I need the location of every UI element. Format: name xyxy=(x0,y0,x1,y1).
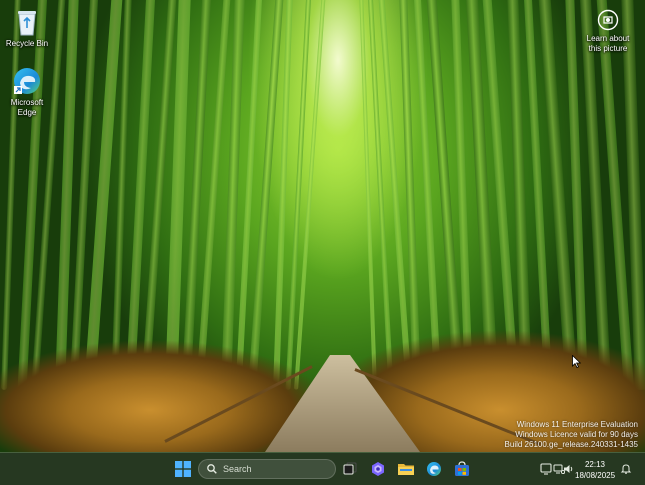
start-icon xyxy=(175,461,191,477)
recycle-bin-icon xyxy=(18,11,36,36)
edge-label-line1: Microsoft xyxy=(10,98,44,107)
edge-taskbar-button[interactable] xyxy=(424,459,444,479)
search-icon xyxy=(207,464,217,474)
windows-evaluation-watermark: Windows 11 Enterprise Evaluation Windows… xyxy=(505,420,638,450)
store-button[interactable] xyxy=(452,459,472,479)
task-view-icon xyxy=(343,462,357,475)
recycle-bin-label: Recycle Bin xyxy=(5,39,49,48)
bamboo-stalk xyxy=(1,0,21,390)
desktop-icon-recycle-bin[interactable]: Recycle Bin xyxy=(1,7,53,49)
desktop-wallpaper xyxy=(0,0,645,452)
store-icon xyxy=(455,461,469,476)
watermark-line3: Build 26100.ge_release.240331-1435 xyxy=(504,440,638,449)
watermark-line2: Windows Licence valid for 90 days xyxy=(515,430,638,439)
learn-camera-icon xyxy=(597,9,619,31)
task-view-button[interactable] xyxy=(340,459,360,479)
copilot-button[interactable] xyxy=(368,459,388,479)
volume-icon[interactable] xyxy=(563,463,575,475)
bamboo-stalk xyxy=(17,0,48,390)
file-explorer-button[interactable] xyxy=(396,459,416,479)
copilot-icon xyxy=(372,462,384,476)
edge-icon xyxy=(14,68,40,94)
learn-about-this-picture[interactable]: Learn about this picture xyxy=(579,9,637,54)
learn-line2: this picture xyxy=(588,44,628,53)
notification-bell-icon[interactable] xyxy=(620,463,632,475)
search-label: Search xyxy=(223,464,252,474)
file-explorer-icon xyxy=(398,464,414,475)
taskbar: Search 22:13 18/08/2025 xyxy=(0,452,645,485)
system-clock[interactable]: 22:13 18/08/2025 xyxy=(575,459,615,481)
desktop-icon-edge[interactable]: Microsoft Edge xyxy=(1,66,53,118)
widgets-icon[interactable] xyxy=(540,463,552,475)
taskbar-search-box[interactable]: Search xyxy=(198,459,336,479)
clock-date: 18/08/2025 xyxy=(575,471,616,480)
watermark-line1: Windows 11 Enterprise Evaluation xyxy=(516,420,638,429)
edge-icon xyxy=(427,462,441,476)
learn-line1: Learn about xyxy=(586,34,630,43)
clock-time: 22:13 xyxy=(584,460,606,469)
mouse-cursor-icon xyxy=(572,355,581,368)
edge-label-line2: Edge xyxy=(17,108,37,117)
start-button[interactable] xyxy=(173,459,193,479)
